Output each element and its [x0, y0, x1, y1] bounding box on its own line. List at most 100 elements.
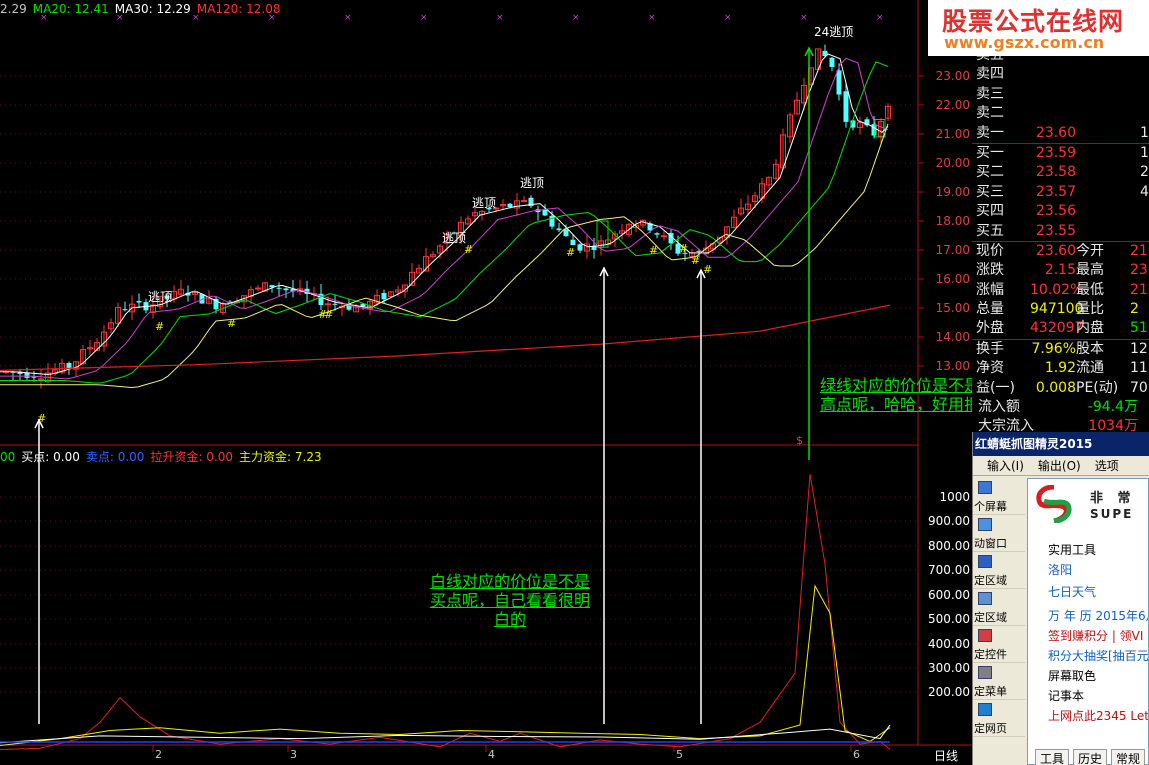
candle-body — [829, 57, 835, 67]
quote-price: 23.59 — [1035, 144, 1076, 161]
stat-value: 23 — [1130, 262, 1148, 279]
x-tick: 3 — [290, 748, 297, 761]
quote-row[interactable]: 买五 23.55 — [972, 222, 1149, 241]
tool-link[interactable]: 签到赚积分 | 领VI — [1048, 627, 1143, 644]
indicator-axis: 1000 900.00 800.00 700.00 600.00 500.00 400.00… — [918, 445, 972, 745]
capture-mode-icon — [978, 629, 992, 642]
signal-label: 逃顶 — [520, 176, 544, 190]
stat-value: 5150 — [1130, 320, 1149, 337]
quote-row[interactable]: 买四 23.56 — [972, 202, 1149, 221]
stat-value: 1.92 — [1044, 360, 1076, 377]
tool-link[interactable]: 记事本 — [1048, 687, 1084, 704]
annotation-line: 白线对应的价位是不是 — [429, 572, 590, 591]
quote-row[interactable]: 卖二 — [972, 104, 1149, 123]
quote-label: 卖二 — [976, 105, 1004, 122]
quote-row[interactable]: 卖四 — [972, 65, 1149, 84]
capture-mode-label: 个屏幕 — [974, 500, 1007, 513]
quote-price: 23.60 — [1035, 124, 1076, 141]
tool-link[interactable]: 积分大抽奖[抽百元 — [1048, 647, 1148, 664]
ma10-line — [0, 57, 889, 380]
capture-mode-label: 定区域 — [974, 574, 1007, 587]
candle-body — [325, 303, 331, 306]
indicator-tick: 500.00 — [928, 612, 970, 626]
candle-body — [283, 288, 289, 291]
candle-body — [871, 124, 877, 136]
signal-dollar: $ — [796, 434, 803, 447]
quote-row[interactable]: 卖一 23.60 1 — [972, 124, 1149, 143]
candle-body — [381, 293, 387, 300]
marker: × — [876, 13, 884, 23]
capture-mode-button[interactable]: 定控件 — [973, 626, 1025, 663]
ma-legend-item: MA20: 12.41 — [32, 2, 109, 16]
candle-body — [577, 244, 583, 251]
x-tick: 5 — [676, 748, 683, 761]
indicator-legend-item: 拉升资金: 0.00 — [150, 450, 234, 464]
indicator-tick: 200.00 — [928, 685, 970, 699]
stat-value: 2.15 — [1044, 262, 1076, 279]
menu-item[interactable]: 输入(I) — [987, 459, 1024, 473]
indicator-tick: 700.00 — [928, 563, 970, 577]
stat-label: 最高 — [1076, 262, 1104, 279]
x-tick: 6 — [853, 748, 860, 761]
marker: × — [344, 13, 352, 23]
bottom-tab[interactable]: 工具 — [1035, 749, 1070, 765]
stat-value: 23.60 — [1035, 242, 1076, 259]
watermark-logo: 股票公式在线网 www.gszx.com.cn — [928, 0, 1149, 56]
tool-link[interactable]: 洛阳 — [1048, 561, 1072, 578]
candle-body — [843, 91, 849, 122]
signal-hash: # — [155, 320, 164, 333]
bottom-tab[interactable]: 常规 — [1111, 749, 1146, 765]
capture-mode-button[interactable]: 定区域 — [973, 552, 1025, 589]
quote-row[interactable]: 买二 23.58 2 — [972, 163, 1149, 182]
candle-body — [556, 228, 562, 231]
tool-link[interactable]: 上网点此2345 Let' — [1048, 707, 1148, 724]
bottom-tab[interactable]: 历史 — [1073, 749, 1108, 765]
flow-label: 流入额 — [978, 399, 1020, 416]
tool-column: 个屏幕 动窗口 定区域 定区域 定控件 定菜单 定网页 — [973, 478, 1025, 765]
capture-mode-icon — [978, 481, 992, 494]
stat-row: 外盘 432097内盘 5150 — [972, 319, 1149, 338]
signal-hash: # — [703, 263, 712, 276]
tool-link[interactable]: 屏幕取色 — [1048, 667, 1096, 684]
menu-item[interactable]: 输出(O) — [1038, 459, 1081, 473]
stat-label: 最低 — [1076, 281, 1104, 298]
tool-link[interactable]: 万 年 历 2015年6月 — [1048, 607, 1148, 624]
quote-price: 23.55 — [1035, 222, 1076, 239]
stat-value: 7.96% — [1031, 340, 1076, 357]
quote-row[interactable]: 买三 23.57 4 — [972, 183, 1149, 202]
stat-value: 21 — [1130, 242, 1148, 259]
indicator-tick: 900.00 — [928, 514, 970, 528]
stat-label: 内盘 — [1076, 320, 1104, 337]
quote-label: 卖一 — [976, 124, 1004, 141]
capture-mode-button[interactable]: 个屏幕 — [973, 478, 1025, 515]
candles — [3, 44, 891, 389]
x-tick: 2 — [155, 748, 162, 761]
signal-hash: # — [324, 308, 333, 321]
quote-row[interactable]: 卖三 — [972, 85, 1149, 104]
period-label[interactable]: 日线 — [934, 747, 958, 764]
window-title[interactable]: 红蜻蜓抓图精灵2015 — [973, 432, 1149, 456]
tool-link[interactable]: 七日天气 — [1048, 583, 1096, 600]
buy-point-line — [0, 724, 891, 744]
stat-label: PE(动) — [1076, 379, 1119, 396]
quote-row[interactable]: 买一 23.59 1 — [972, 144, 1149, 163]
candle-body — [255, 287, 261, 290]
stat-value: 11.9 — [1130, 360, 1149, 377]
capture-mode-button[interactable]: 定网页 — [973, 700, 1025, 737]
quote-price: 23.56 — [1035, 203, 1076, 220]
capture-mode-button[interactable]: 定菜单 — [973, 663, 1025, 700]
price-tick: 13.00 — [935, 359, 970, 373]
stat-label: 换手 — [976, 340, 1004, 357]
capture-mode-button[interactable]: 动窗口 — [973, 515, 1025, 552]
marker: × — [420, 13, 428, 23]
candle-body — [66, 363, 72, 369]
quote-price: 23.57 — [1035, 183, 1076, 200]
indicator-tick: 300.00 — [928, 661, 970, 675]
stat-label: 涨跌 — [976, 262, 1004, 279]
indicator-legend-item: 00 — [0, 450, 16, 464]
capture-tool-window[interactable]: 红蜻蜓抓图精灵2015 输入(I) 输出(O) 选项 个屏幕 动窗口 定区域 定区域 定控件… — [972, 432, 1149, 765]
quote-price: 23.58 — [1035, 164, 1076, 181]
capture-mode-button[interactable]: 定区域 — [973, 589, 1025, 626]
stat-label: 股本 — [1076, 340, 1104, 357]
menu-item[interactable]: 选项 — [1095, 459, 1119, 473]
